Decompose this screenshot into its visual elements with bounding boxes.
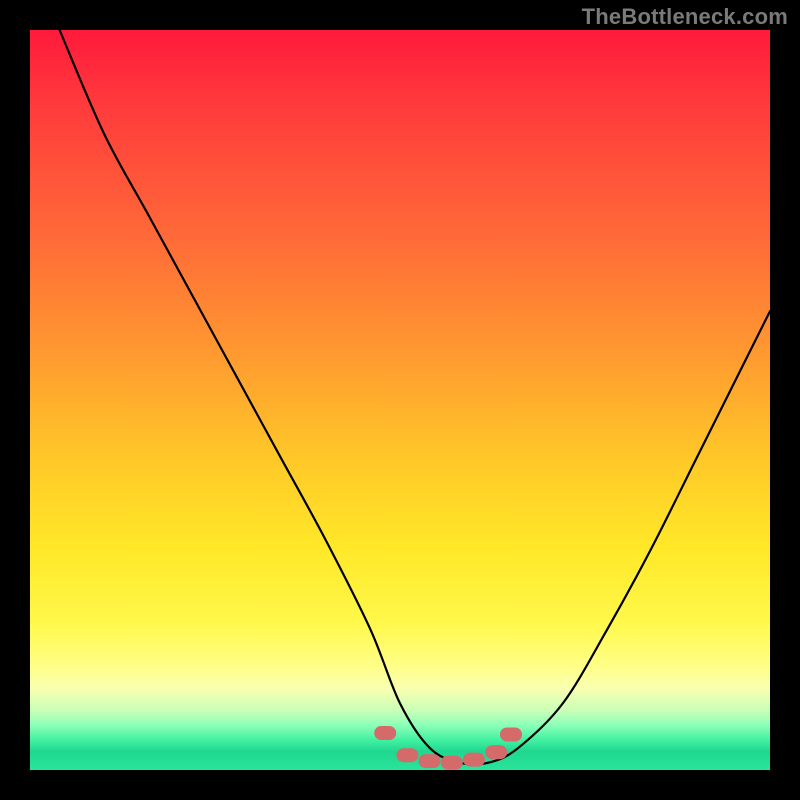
marker-pill (485, 745, 507, 759)
marker-pill (374, 726, 396, 740)
bottleneck-curve (60, 30, 770, 764)
plot-area (30, 30, 770, 770)
marker-pill (396, 748, 418, 762)
marker-pill (500, 728, 522, 742)
watermark-text: TheBottleneck.com (582, 4, 788, 30)
marker-pill (441, 756, 463, 770)
chart-svg (30, 30, 770, 770)
marker-pill (463, 753, 485, 767)
marker-pill (419, 754, 441, 768)
outer-frame: TheBottleneck.com (0, 0, 800, 800)
bottom-highlight-markers (374, 726, 522, 770)
